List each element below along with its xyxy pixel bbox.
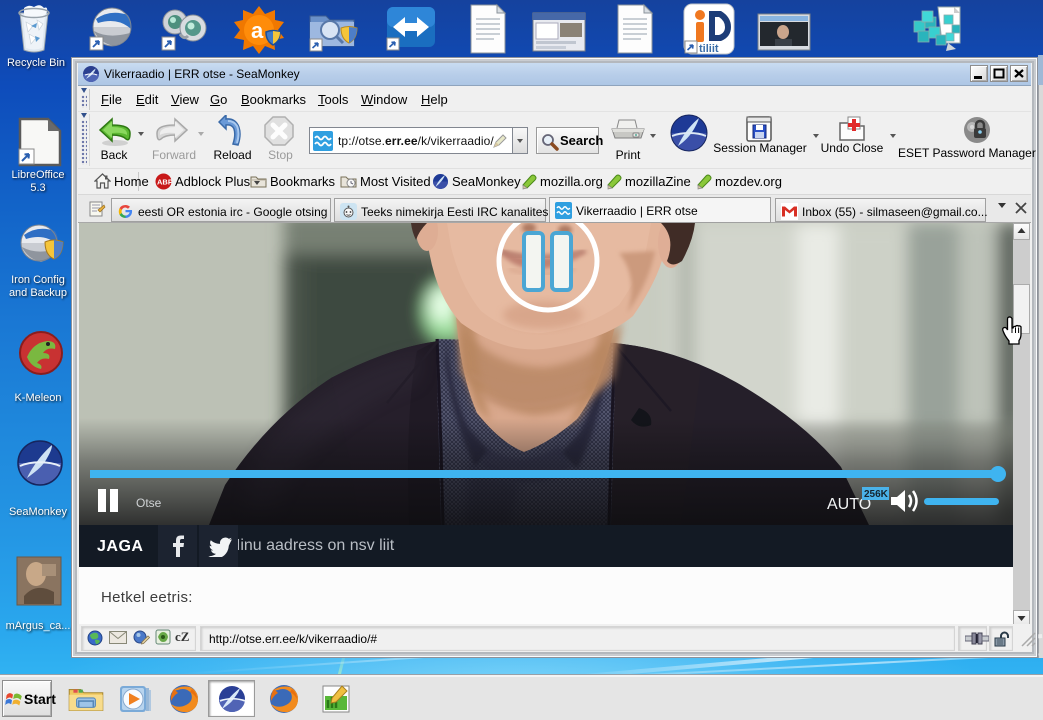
svg-text:Otse: Otse [136,496,162,510]
svg-text:256K: 256K [864,489,889,500]
svg-text:a: a [251,18,264,43]
svg-text:tiliit: tiliit [699,43,719,55]
svg-text:ABP: ABP [157,178,172,187]
svg-text:cZ: cZ [175,629,190,644]
